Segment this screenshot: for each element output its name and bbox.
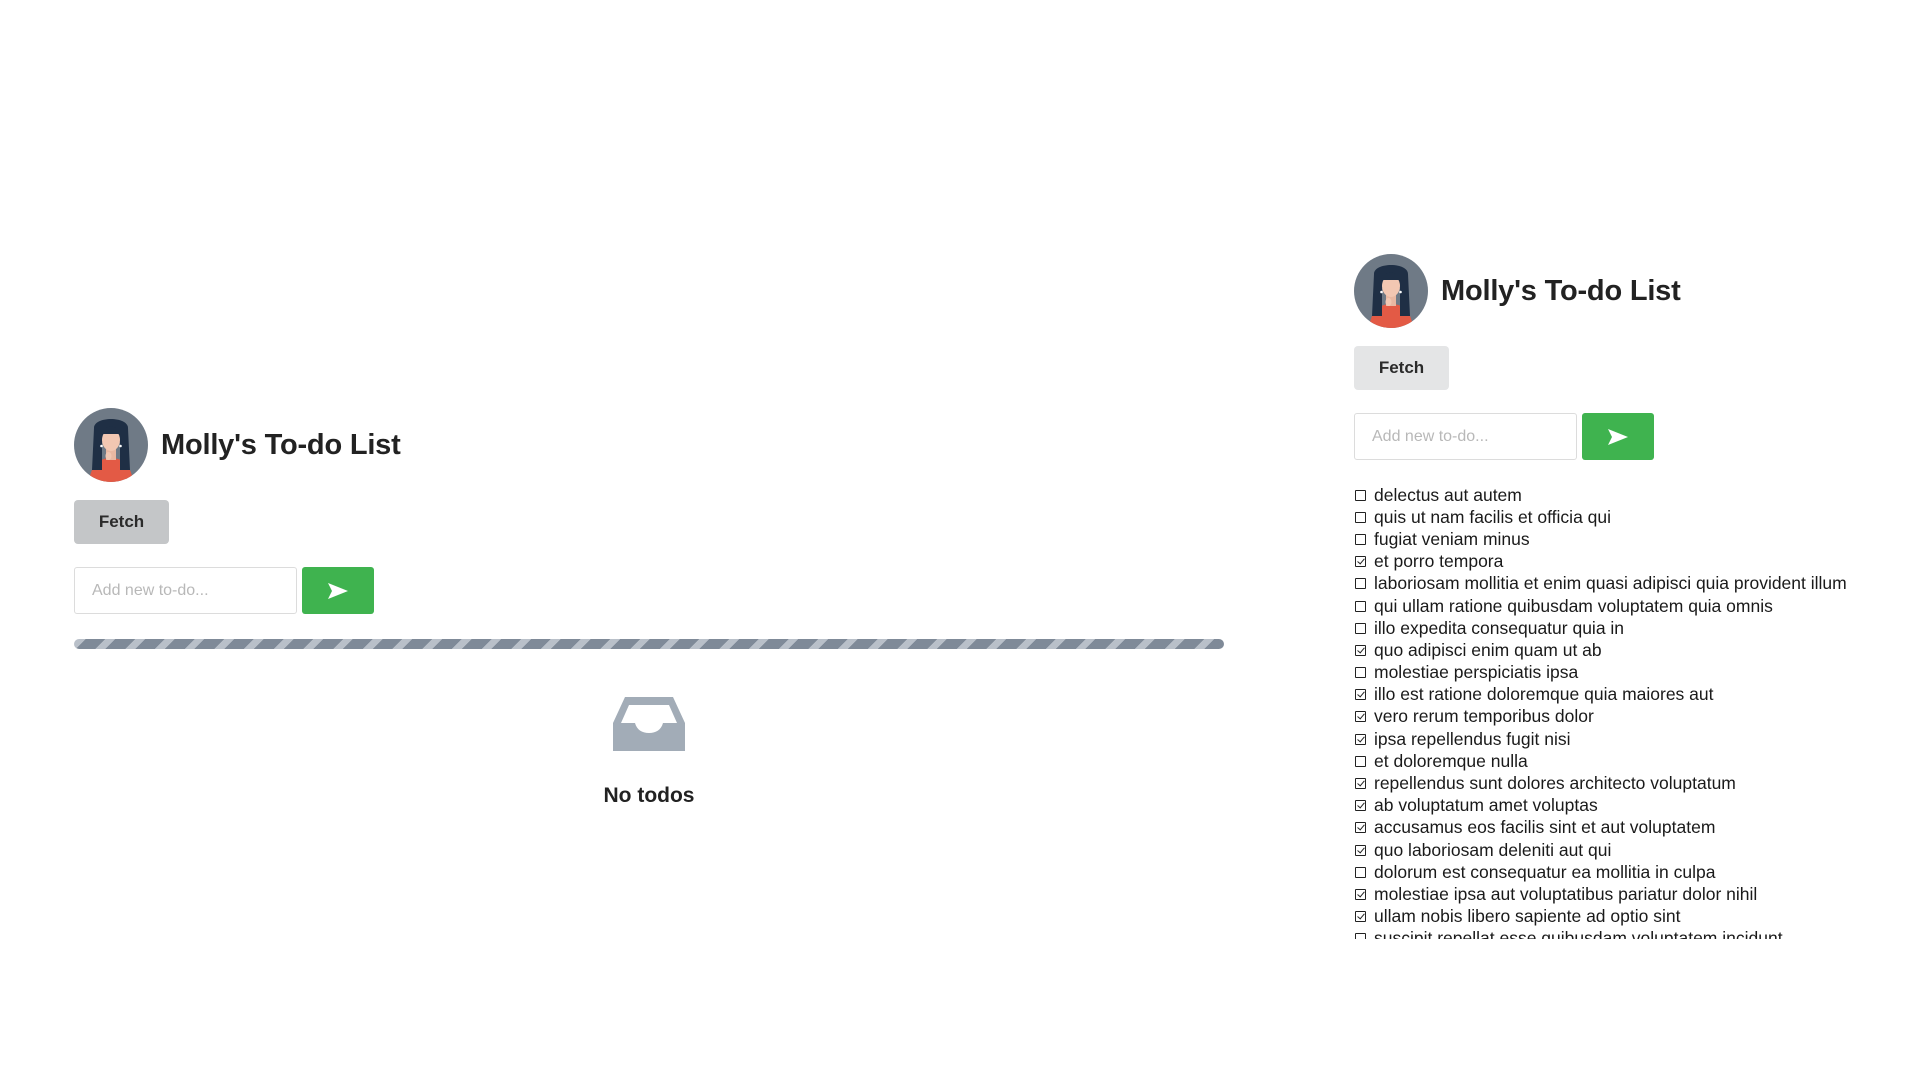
todo-item-label: laboriosam mollitia et enim quasi adipis… <box>1374 573 1847 594</box>
todo-item[interactable]: vero rerum temporibus dolor <box>1354 706 1914 728</box>
empty-state-text: No todos <box>603 784 695 807</box>
add-todo-button[interactable] <box>1582 413 1654 460</box>
todo-item[interactable]: ab voluptatum amet voluptas <box>1354 795 1914 817</box>
send-arrow-icon <box>328 582 348 599</box>
todo-item[interactable]: quis ut nam facilis et officia qui <box>1354 506 1914 528</box>
checkbox-unchecked-icon[interactable] <box>1355 578 1366 590</box>
checkbox-checked-icon[interactable] <box>1355 911 1366 923</box>
checkbox-unchecked-icon[interactable] <box>1355 600 1366 612</box>
checkbox-checked-icon[interactable] <box>1355 711 1366 723</box>
inbox-tray-icon <box>613 697 685 751</box>
todo-item-label: illo est ratione doloremque quia maiores… <box>1374 684 1714 705</box>
todo-item[interactable]: ullam nobis libero sapiente ad optio sin… <box>1354 906 1914 928</box>
todo-item-label: ipsa repellendus fugit nisi <box>1374 728 1571 749</box>
todo-item-label: molestiae ipsa aut voluptatibus pariatur… <box>1374 883 1758 904</box>
checkbox-unchecked-icon[interactable] <box>1355 667 1366 679</box>
checkbox-unchecked-icon[interactable] <box>1355 755 1366 767</box>
todo-item-label: qui ullam ratione quibusdam voluptatem q… <box>1374 595 1773 616</box>
new-todo-input[interactable] <box>1354 413 1577 460</box>
todo-item[interactable]: fugiat veniam minus <box>1354 528 1914 550</box>
todo-item-label: quo adipisci enim quam ut ab <box>1374 639 1602 660</box>
empty-state: No todos <box>74 695 1224 808</box>
fetch-button[interactable]: Fetch <box>74 500 169 544</box>
avatar <box>74 408 148 482</box>
avatar <box>1354 254 1428 328</box>
todo-panel-loaded: Molly's To-do List Fetch delectus aut au… <box>1354 254 1914 939</box>
todo-item[interactable]: illo expedita consequatur quia in <box>1354 617 1914 639</box>
send-arrow-icon <box>1608 428 1628 445</box>
todo-item[interactable]: quo laboriosam deleniti aut qui <box>1354 839 1914 861</box>
checkbox-checked-icon[interactable] <box>1355 556 1366 568</box>
checkbox-unchecked-icon[interactable] <box>1355 866 1366 878</box>
fetch-button[interactable]: Fetch <box>1354 346 1449 390</box>
todo-item-label: illo expedita consequatur quia in <box>1374 617 1625 638</box>
checkbox-checked-icon[interactable] <box>1355 644 1366 656</box>
checkbox-checked-icon[interactable] <box>1355 822 1366 834</box>
checkbox-unchecked-icon[interactable] <box>1355 622 1366 634</box>
checkbox-checked-icon[interactable] <box>1355 689 1366 701</box>
todo-item[interactable]: et doloremque nulla <box>1354 750 1914 772</box>
add-todo-row <box>74 567 1224 614</box>
new-todo-input[interactable] <box>74 567 297 614</box>
todo-item-label: vero rerum temporibus dolor <box>1374 706 1594 727</box>
todo-item[interactable]: quo adipisci enim quam ut ab <box>1354 639 1914 661</box>
avatar-woman-icon <box>1354 254 1428 328</box>
checkbox-checked-icon[interactable] <box>1355 778 1366 790</box>
checkbox-unchecked-icon[interactable] <box>1355 533 1366 545</box>
todo-item-label: fugiat veniam minus <box>1374 528 1530 549</box>
checkbox-checked-icon[interactable] <box>1355 888 1366 900</box>
panel-header: Molly's To-do List <box>1354 254 1914 328</box>
todo-item[interactable]: qui ullam ratione quibusdam voluptatem q… <box>1354 595 1914 617</box>
checkbox-checked-icon[interactable] <box>1355 733 1366 745</box>
todo-item[interactable]: molestiae perspiciatis ipsa <box>1354 662 1914 684</box>
todo-item-label: delectus aut autem <box>1374 484 1522 505</box>
todo-item-label: repellendus sunt dolores architecto volu… <box>1374 773 1736 794</box>
page-title: Molly's To-do List <box>161 428 401 461</box>
page-title: Molly's To-do List <box>1441 274 1681 307</box>
add-todo-row <box>1354 413 1914 460</box>
checkbox-unchecked-icon[interactable] <box>1355 933 1366 939</box>
todo-item[interactable]: illo est ratione doloremque quia maiores… <box>1354 684 1914 706</box>
todo-item[interactable]: laboriosam mollitia et enim quasi adipis… <box>1354 573 1914 595</box>
todo-item-label: suscipit repellat esse quibusdam volupta… <box>1374 928 1783 939</box>
todo-item-label: accusamus eos facilis sint et aut volupt… <box>1374 817 1716 838</box>
todo-item-label: quis ut nam facilis et officia qui <box>1374 506 1612 527</box>
todo-item-label: et doloremque nulla <box>1374 750 1528 771</box>
todo-item[interactable]: delectus aut autem <box>1354 484 1914 506</box>
todo-item-label: ullam nobis libero sapiente ad optio sin… <box>1374 906 1681 927</box>
todo-item[interactable]: suscipit repellat esse quibusdam volupta… <box>1354 928 1914 939</box>
todo-item-label: quo laboriosam deleniti aut qui <box>1374 839 1612 860</box>
todo-list: delectus aut autem quis ut nam facilis et… <box>1354 484 1914 939</box>
panel-header: Molly's To-do List <box>74 408 1224 482</box>
todo-item[interactable]: accusamus eos facilis sint et aut volupt… <box>1354 817 1914 839</box>
todo-item[interactable]: repellendus sunt dolores architecto volu… <box>1354 772 1914 794</box>
todo-item-label: et porro tempora <box>1374 551 1504 572</box>
todo-item-label: molestiae perspiciatis ipsa <box>1374 662 1579 683</box>
checkbox-checked-icon[interactable] <box>1355 844 1366 856</box>
todo-item[interactable]: et porro tempora <box>1354 551 1914 573</box>
todo-item[interactable]: ipsa repellendus fugit nisi <box>1354 728 1914 750</box>
checkbox-unchecked-icon[interactable] <box>1355 511 1366 523</box>
avatar-woman-icon <box>74 408 148 482</box>
add-todo-button[interactable] <box>302 567 374 614</box>
todo-item-label: dolorum est consequatur ea mollitia in c… <box>1374 861 1716 882</box>
todo-item[interactable]: dolorum est consequatur ea mollitia in c… <box>1354 861 1914 883</box>
todo-item[interactable]: molestiae ipsa aut voluptatibus pariatur… <box>1354 883 1914 905</box>
todo-panel-loading: Molly's To-do List Fetch No todos <box>74 408 1224 808</box>
loading-progress-bar <box>74 639 1224 649</box>
checkbox-checked-icon[interactable] <box>1355 800 1366 812</box>
todo-item-label: ab voluptatum amet voluptas <box>1374 795 1598 816</box>
checkbox-unchecked-icon[interactable] <box>1355 489 1366 501</box>
